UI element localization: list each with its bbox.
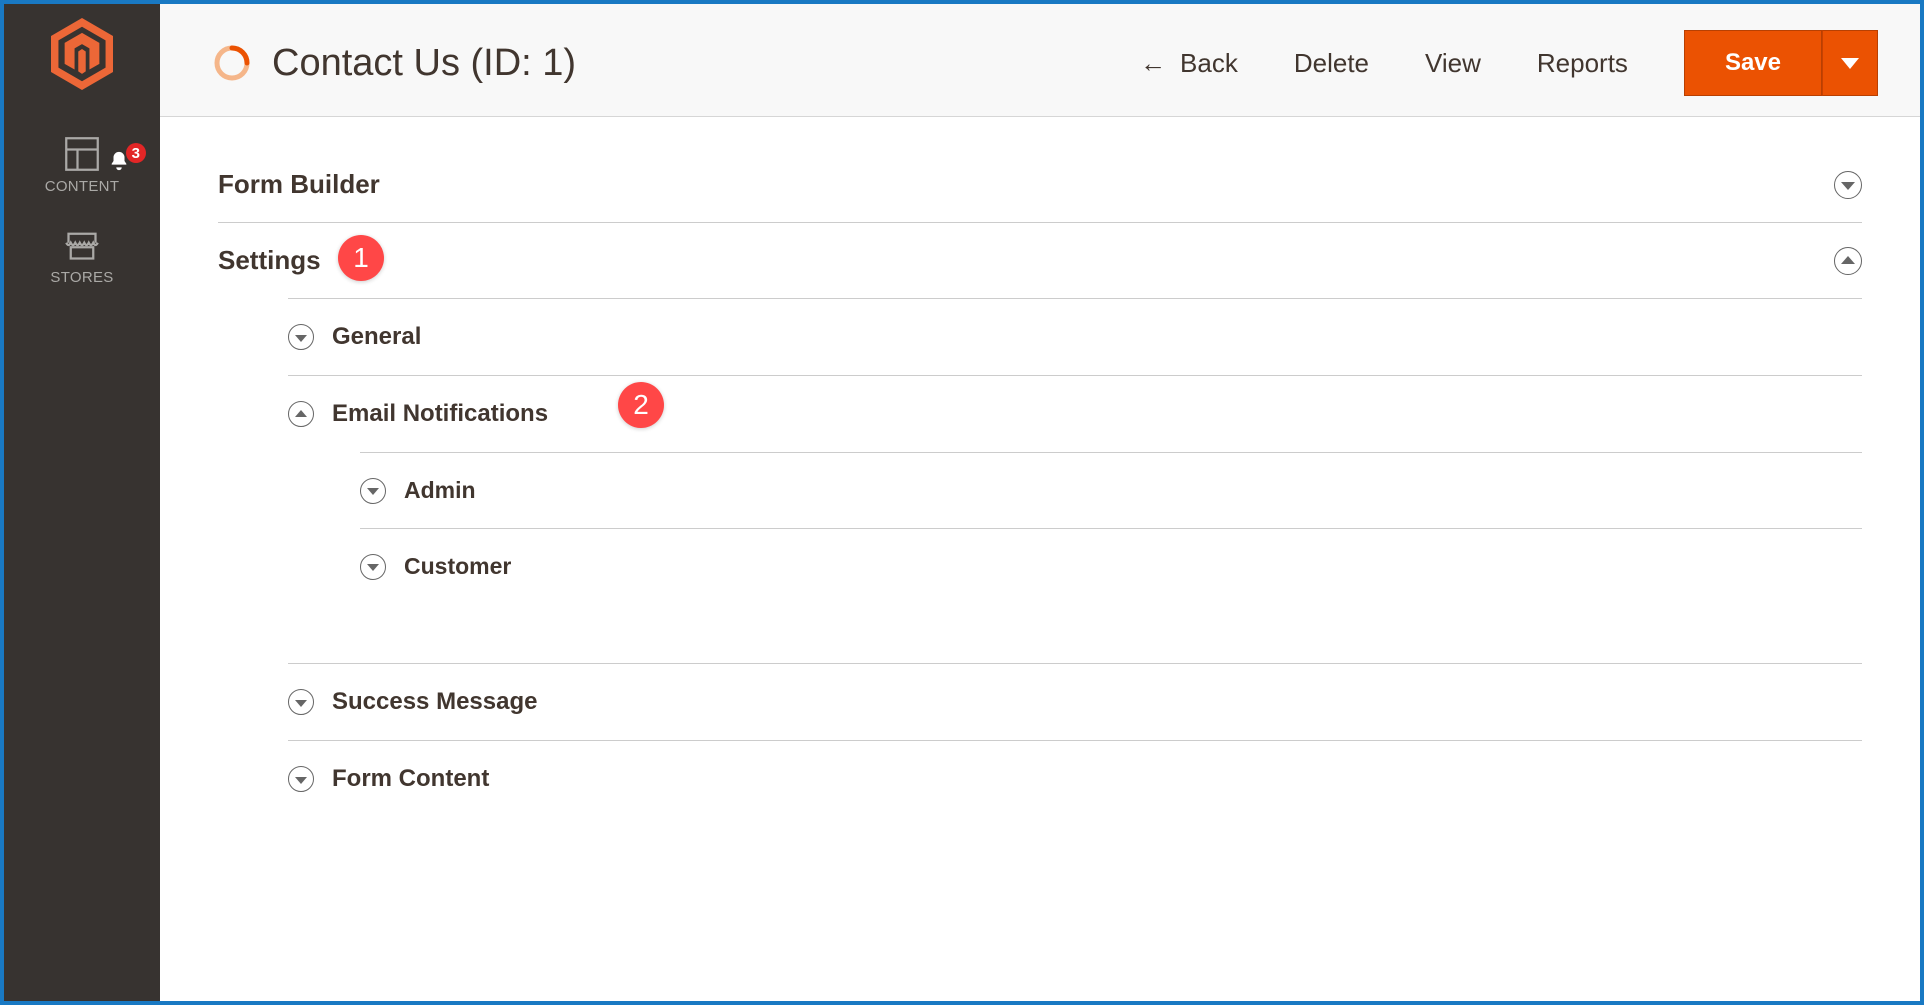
chevron-up-icon xyxy=(1841,256,1855,264)
subsection-customer[interactable]: Customer xyxy=(360,529,1862,604)
collapse-toggle[interactable] xyxy=(288,766,314,792)
chevron-up-icon xyxy=(295,410,307,417)
subsection-general[interactable]: General xyxy=(288,298,1862,376)
chevron-down-icon xyxy=(1841,182,1855,190)
save-button-group: Save xyxy=(1684,30,1878,96)
chevron-down-icon xyxy=(1841,58,1859,69)
magento-hex-icon xyxy=(51,18,113,90)
subsection-title: Email Notifications xyxy=(332,400,548,428)
email-subsections: Admin Customer xyxy=(288,452,1862,604)
settings-label: Settings xyxy=(218,245,321,276)
collapse-toggle[interactable] xyxy=(288,689,314,715)
subsection-email-notifications[interactable]: Email Notifications 2 xyxy=(288,376,1862,452)
notification-badge[interactable]: 3 xyxy=(108,150,146,172)
subsection-title: Admin xyxy=(404,477,476,504)
content: Form Builder Settings 1 General Email No… xyxy=(160,117,1920,817)
collapse-toggle[interactable] xyxy=(288,401,314,427)
page-title: Contact Us (ID: 1) xyxy=(272,42,576,85)
sidebar: CONTENT 3 STORES xyxy=(4,4,160,1001)
section-title: Settings 1 xyxy=(218,245,321,276)
badge-count: 3 xyxy=(126,143,146,163)
content-layout-icon xyxy=(64,136,100,172)
reports-button[interactable]: Reports xyxy=(1537,48,1628,79)
subsection-title: General xyxy=(332,323,421,351)
section-form-builder[interactable]: Form Builder xyxy=(218,147,1862,223)
chevron-down-icon xyxy=(295,335,307,342)
arrow-left-icon: ← xyxy=(1140,48,1166,79)
nav-label: STORES xyxy=(50,269,113,286)
stores-icon xyxy=(64,227,100,263)
subsection-admin[interactable]: Admin xyxy=(360,452,1862,529)
settings-subsections: General Email Notifications 2 Admin Cust… xyxy=(218,298,1862,817)
annotation-badge-2: 2 xyxy=(618,382,664,428)
nav-label: CONTENT xyxy=(45,178,120,195)
delete-button[interactable]: Delete xyxy=(1294,48,1369,79)
back-button[interactable]: ← Back xyxy=(1140,48,1238,79)
chevron-down-icon xyxy=(367,564,379,571)
collapse-toggle[interactable] xyxy=(360,478,386,504)
page-header: Contact Us (ID: 1) ← Back Delete View Re… xyxy=(160,4,1920,117)
section-title: Form Builder xyxy=(218,169,380,200)
annotation-badge-1: 1 xyxy=(338,235,384,281)
back-label: Back xyxy=(1180,48,1238,79)
chevron-down-icon xyxy=(295,777,307,784)
collapse-toggle[interactable] xyxy=(288,324,314,350)
chevron-down-icon xyxy=(295,700,307,707)
nav-stores[interactable]: STORES xyxy=(4,209,160,300)
subsection-form-content[interactable]: Form Content xyxy=(288,741,1862,817)
nav-content[interactable]: CONTENT 3 xyxy=(4,118,160,209)
loading-ring-icon xyxy=(212,43,252,83)
section-settings[interactable]: Settings 1 xyxy=(218,223,1862,298)
main-area: Contact Us (ID: 1) ← Back Delete View Re… xyxy=(160,4,1920,1001)
subsection-title: Customer xyxy=(404,553,511,580)
chevron-down-icon xyxy=(367,488,379,495)
save-button[interactable]: Save xyxy=(1684,30,1822,96)
subsection-title: Form Content xyxy=(332,765,489,793)
subsection-success-message[interactable]: Success Message xyxy=(288,664,1862,741)
save-dropdown-button[interactable] xyxy=(1822,30,1878,96)
section-gap xyxy=(288,604,1862,664)
collapse-toggle[interactable] xyxy=(360,554,386,580)
collapse-toggle[interactable] xyxy=(1834,171,1862,199)
view-button[interactable]: View xyxy=(1425,48,1481,79)
subsection-title: Success Message xyxy=(332,688,537,716)
collapse-toggle[interactable] xyxy=(1834,247,1862,275)
magento-logo[interactable] xyxy=(46,18,118,90)
